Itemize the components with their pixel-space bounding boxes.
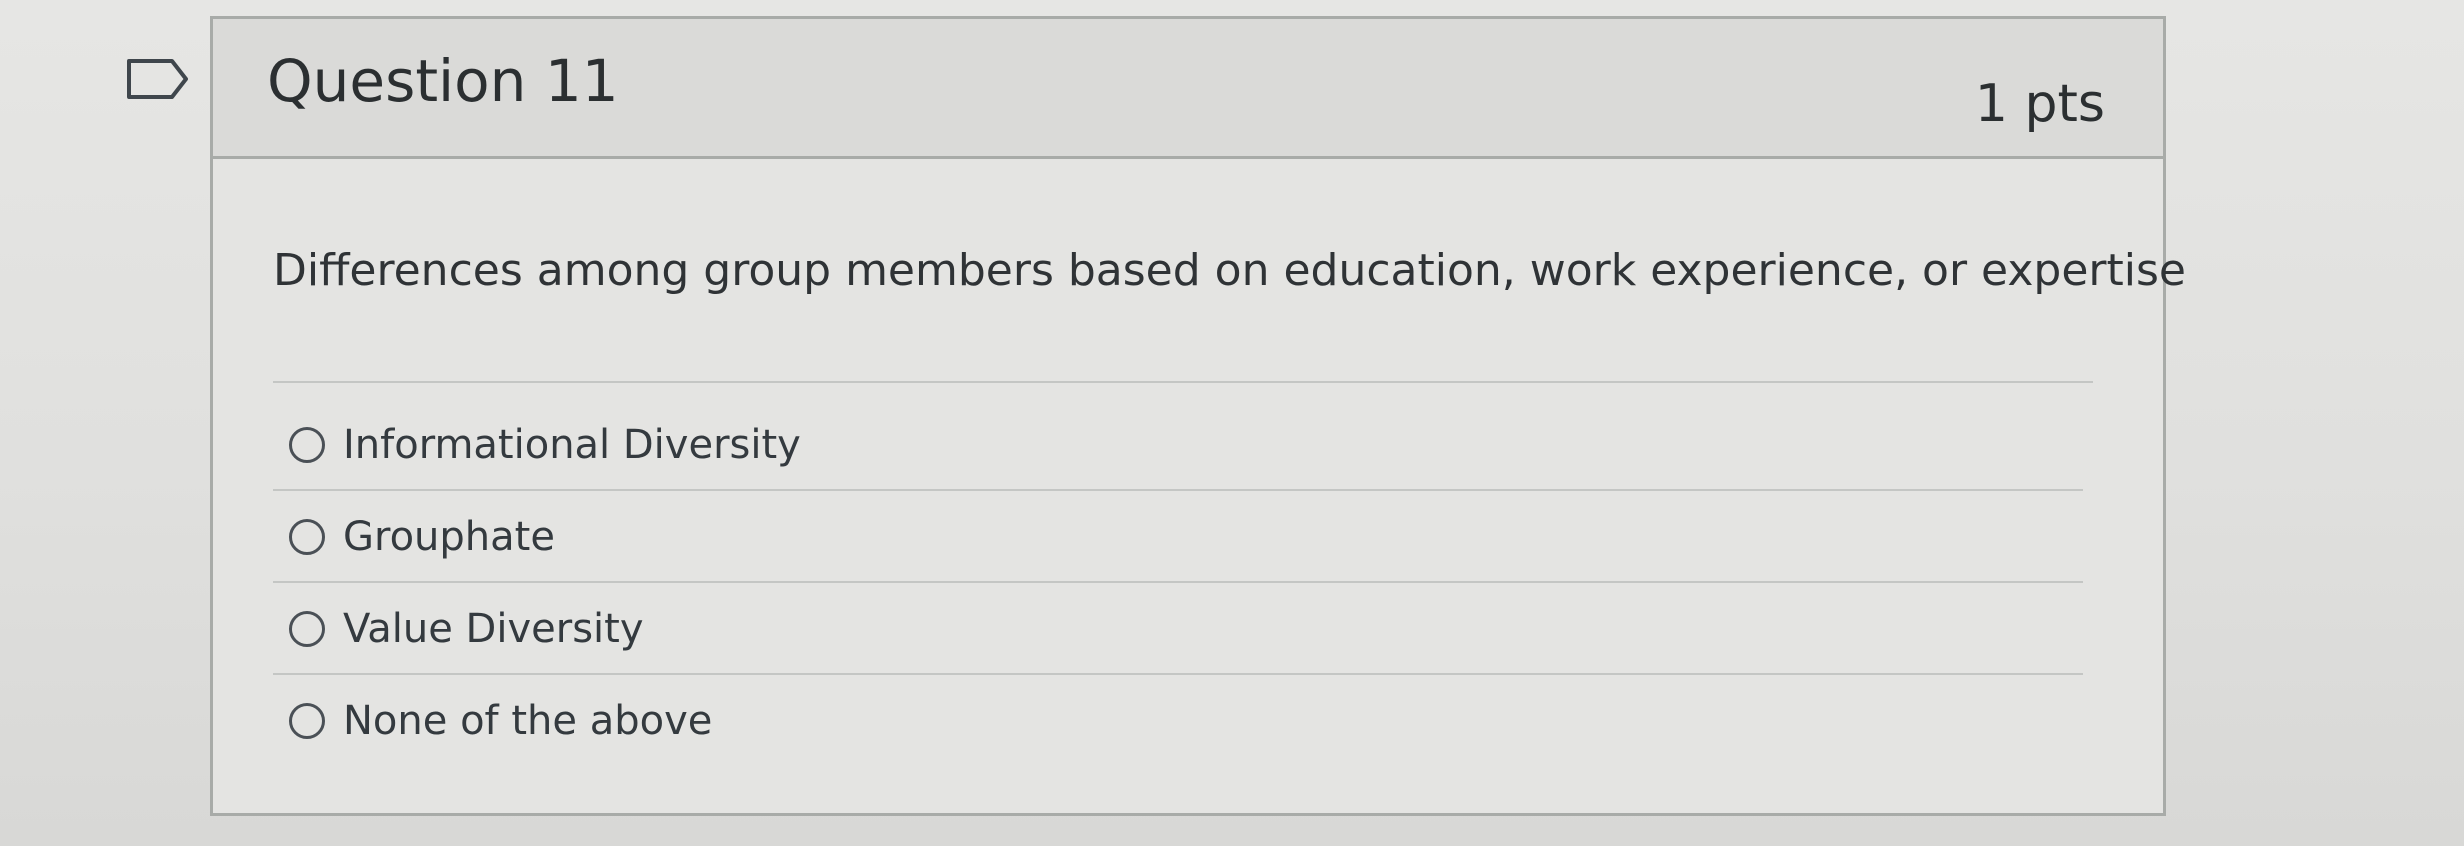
question-header: Question 11 1 pts	[213, 19, 2163, 159]
question-card: Question 11 1 pts Differences among grou…	[210, 16, 2186, 816]
answer-list: Informational Diversity Grouphate Value …	[273, 399, 2083, 767]
answer-option-none-of-the-above[interactable]: None of the above	[273, 675, 2083, 767]
radio-button-icon[interactable]	[289, 427, 325, 463]
answer-divider	[273, 489, 2083, 491]
radio-button-icon[interactable]	[289, 519, 325, 555]
answer-label: Grouphate	[343, 514, 555, 560]
question-title: Question 11	[267, 47, 619, 115]
flag-question-icon[interactable]	[126, 58, 190, 100]
question-points: 1 pts	[1974, 74, 2105, 134]
answer-option-grouphate[interactable]: Grouphate	[273, 491, 2083, 583]
answer-label: Informational Diversity	[343, 422, 801, 468]
answer-divider	[273, 673, 2083, 675]
answer-label: None of the above	[343, 698, 713, 744]
answer-option-value-diversity[interactable]: Value Diversity	[273, 583, 2083, 675]
answer-divider	[273, 581, 2083, 583]
question-text: Differences among group members based on…	[273, 245, 2186, 296]
answer-option-informational-diversity[interactable]: Informational Diversity	[273, 399, 2083, 491]
answer-label: Value Diversity	[343, 606, 644, 652]
answer-divider	[273, 381, 2093, 383]
radio-button-icon[interactable]	[289, 611, 325, 647]
radio-button-icon[interactable]	[289, 703, 325, 739]
